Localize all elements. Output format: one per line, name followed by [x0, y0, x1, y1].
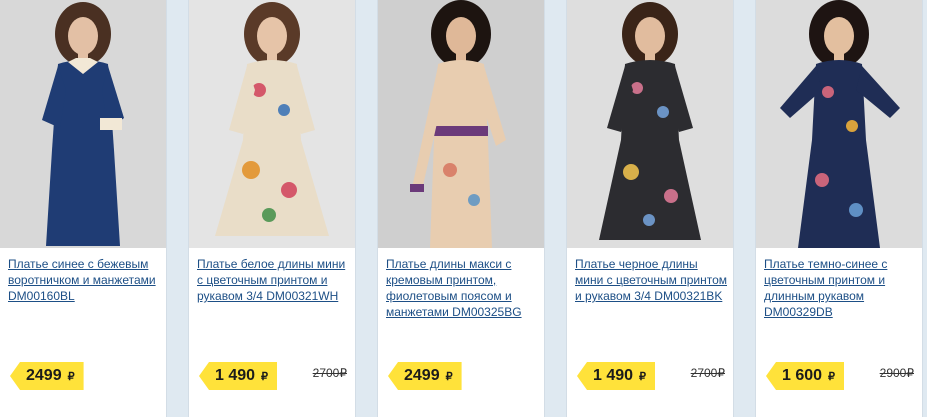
- product-title-link[interactable]: Платье длины макси с кремовым принтом, ф…: [386, 256, 538, 320]
- product-image: [378, 0, 544, 248]
- product-card[interactable]: Платье темно-синее с цветочным принтом и…: [756, 0, 922, 417]
- product-title-link[interactable]: Платье синее с бежевым воротничком и ман…: [8, 256, 160, 304]
- ruble-icon: ₽: [445, 370, 453, 383]
- product-card[interactable]: Платье длины макси с кремовым принтом, ф…: [378, 0, 544, 417]
- product-photo[interactable]: [378, 0, 544, 248]
- price-value: 1 600: [782, 367, 823, 384]
- old-price: 2700₽: [312, 366, 347, 380]
- product-card[interactable]: Платье белое длины мини с цветочным прин…: [189, 0, 355, 417]
- product-photo[interactable]: [189, 0, 355, 248]
- product-image: [756, 0, 922, 248]
- product-photo[interactable]: [0, 0, 166, 248]
- price-value: 1 490: [215, 367, 256, 384]
- price-value: 2499: [26, 367, 62, 384]
- ruble-icon: ₽: [828, 370, 836, 383]
- product-image: [0, 0, 166, 248]
- price-tag: 2499 ₽: [388, 362, 462, 390]
- ruble-icon: ₽: [639, 370, 647, 383]
- ruble-icon: ₽: [261, 370, 269, 383]
- product-image: [567, 0, 733, 248]
- product-title-link[interactable]: Платье черное длины мини с цветочным при…: [575, 256, 727, 304]
- product-image: [189, 0, 355, 248]
- old-price: 2900₽: [879, 366, 914, 380]
- price-tag: 1 600 ₽: [766, 362, 845, 390]
- product-title-link[interactable]: Платье темно-синее с цветочным принтом и…: [764, 256, 916, 320]
- price-tag: 1 490 ₽: [577, 362, 656, 390]
- product-photo[interactable]: [756, 0, 922, 248]
- product-photo[interactable]: [567, 0, 733, 248]
- old-price: 2700₽: [690, 366, 725, 380]
- product-card[interactable]: Платье черное длины мини с цветочным при…: [567, 0, 733, 417]
- product-card[interactable]: Платье синее с бежевым воротничком и ман…: [0, 0, 166, 417]
- product-grid: Платье синее с бежевым воротничком и ман…: [0, 0, 927, 417]
- product-title-link[interactable]: Платье белое длины мини с цветочным прин…: [197, 256, 349, 304]
- ruble-icon: ₽: [67, 370, 75, 383]
- price-tag: 2499 ₽: [10, 362, 84, 390]
- price-tag: 1 490 ₽: [199, 362, 278, 390]
- price-value: 1 490: [593, 367, 634, 384]
- price-value: 2499: [404, 367, 440, 384]
